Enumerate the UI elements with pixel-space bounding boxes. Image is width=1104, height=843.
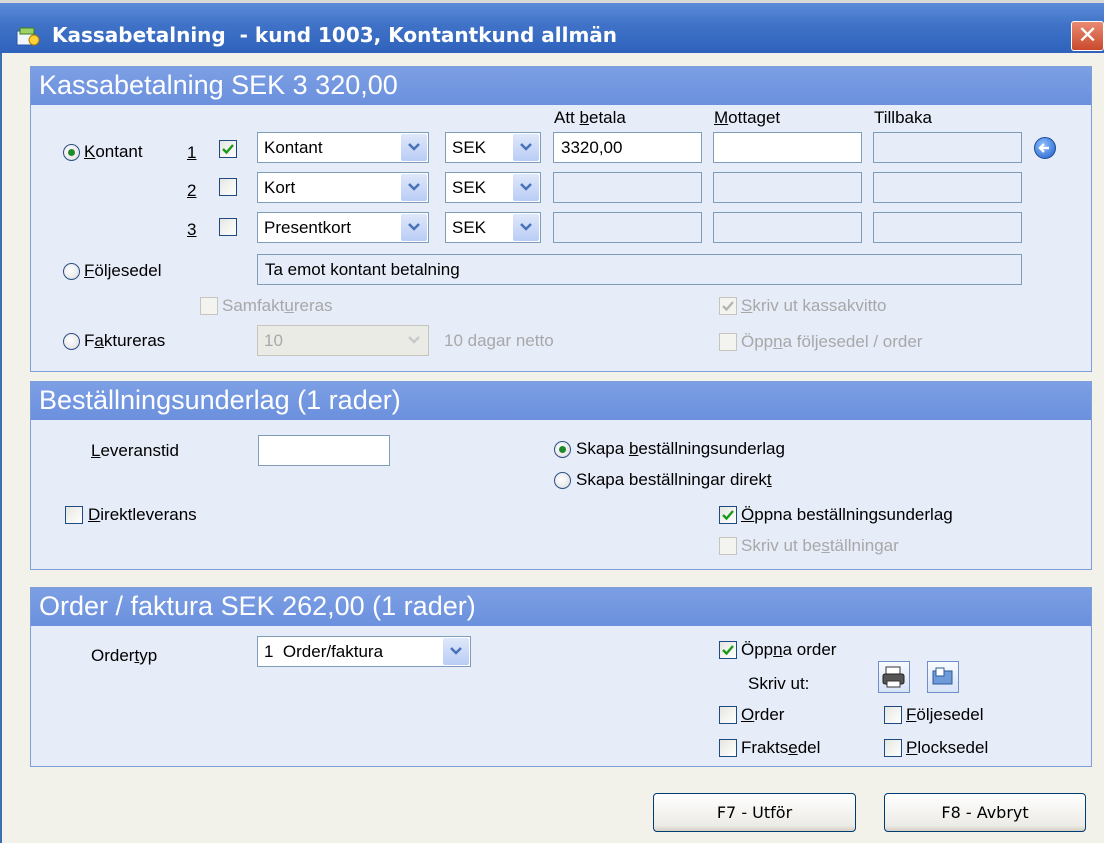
oppna-underlag-label: Öppna beställningsunderlag	[741, 505, 953, 524]
chevron-down-icon	[401, 214, 427, 241]
row-3-currency-select[interactable]: SEK	[445, 212, 541, 243]
oppna-order-label: Öppna order	[741, 640, 837, 659]
row-3-mottaget-field	[713, 212, 862, 243]
back-arrow-icon[interactable]	[1034, 137, 1056, 159]
title-bar: Kassabetalning - kund 1003, Kontantkund …	[0, 3, 1104, 53]
radio-faktureras[interactable]	[63, 333, 80, 350]
row-1-tillbaka-field	[873, 132, 1022, 163]
order-checkbox[interactable]	[719, 706, 737, 724]
radio-faktureras-label: Faktureras	[84, 331, 166, 350]
row-1-method-select[interactable]: Kontant	[257, 132, 429, 163]
oppna-order-checkbox[interactable]	[719, 641, 737, 659]
oppna-foljesedel-order-label: Öppna följesedel / order	[741, 332, 923, 351]
col-att-betala: Att betala	[554, 108, 626, 127]
oppna-foljesedel-order-checkbox[interactable]	[719, 333, 737, 351]
chevron-down-icon	[443, 638, 469, 665]
plocksedel-checkbox[interactable]	[884, 739, 902, 757]
row-2-tillbaka-field	[873, 172, 1022, 203]
direktleverans-checkbox[interactable]	[65, 506, 83, 524]
col-tillbaka: Tillbaka	[874, 108, 932, 127]
cancel-button[interactable]: F8 - Avbryt	[884, 793, 1086, 832]
orderbasis-heading: Beställningsunderlag (1 rader)	[31, 382, 1091, 420]
row-2-att-betala-field	[553, 172, 702, 203]
radio-foljesedel-label: Följesedel	[84, 261, 162, 280]
terms-select[interactable]: 10	[257, 325, 429, 356]
row-1-mottaget-input[interactable]	[713, 132, 862, 163]
close-button[interactable]: ✕	[1071, 21, 1104, 51]
terms-text: 10 dagar netto	[444, 331, 554, 350]
col-mottaget: Mottaget	[714, 108, 781, 127]
row-2-number: 2	[187, 181, 197, 200]
chevron-down-icon	[401, 174, 427, 201]
row-3-att-betala-field	[553, 212, 702, 243]
row-2-mottaget-field	[713, 172, 862, 203]
fraktsedel-checkbox[interactable]	[719, 739, 737, 757]
window-title: Kassabetalning - kund 1003, Kontantkund …	[52, 23, 618, 47]
oppna-underlag-checkbox[interactable]	[719, 506, 737, 524]
preview-icon[interactable]	[927, 661, 959, 693]
close-icon: ✕	[1077, 21, 1098, 49]
direktleverans-label: Direktleverans	[88, 505, 197, 524]
order-heading: Order / faktura SEK 262,00 (1 rader)	[31, 588, 1091, 626]
ordertyp-label: Ordertyp	[91, 646, 158, 665]
radio-kontant[interactable]	[63, 144, 80, 161]
radio-skapa-direkt[interactable]	[554, 472, 571, 489]
execute-button[interactable]: F7 - Utför	[653, 793, 856, 832]
order-checkbox-label: Order	[741, 705, 785, 724]
row-2-checkbox[interactable]	[219, 178, 237, 196]
chevron-down-icon	[513, 174, 539, 201]
leveranstid-input[interactable]	[258, 435, 390, 466]
fraktsedel-checkbox-label: Fraktsedel	[741, 738, 821, 757]
row-3-tillbaka-field	[873, 212, 1022, 243]
radio-kontant-label: Kontant	[84, 142, 143, 161]
radio-skapa-underlag-label: Skapa beställningsunderlag	[576, 439, 785, 458]
row-2-currency-select[interactable]: SEK	[445, 172, 541, 203]
foljesedel-checkbox[interactable]	[884, 706, 902, 724]
row-3-method-select[interactable]: Presentkort	[257, 212, 429, 243]
chevron-down-icon	[401, 134, 427, 161]
row-3-checkbox[interactable]	[219, 218, 237, 236]
foljesedel-checkbox-label: Följesedel	[906, 705, 984, 724]
app-icon	[16, 26, 40, 48]
skriv-ut-bestallningar-checkbox[interactable]	[719, 537, 737, 555]
samfaktureras-checkbox[interactable]	[200, 297, 218, 315]
chevron-down-icon	[513, 134, 539, 161]
row-1-checkbox[interactable]	[219, 140, 237, 158]
row-3-number: 3	[187, 220, 197, 239]
radio-skapa-direkt-label: Skapa beställningar direkt	[576, 470, 772, 489]
chevron-down-icon	[513, 214, 539, 241]
row-1-currency-select[interactable]: SEK	[445, 132, 541, 163]
radio-skapa-underlag[interactable]	[554, 441, 571, 458]
printer-icon[interactable]	[878, 661, 910, 693]
chevron-down-icon	[401, 327, 427, 354]
skriv-ut-kassakvitto-checkbox[interactable]	[719, 297, 737, 315]
row-1-number: 1	[187, 143, 197, 162]
skriv-ut-bestallningar-label: Skriv ut beställningar	[741, 536, 899, 555]
foljesedel-text-field[interactable]: Ta emot kontant betalning	[257, 254, 1022, 285]
ordertyp-select[interactable]: 1 Order/faktura	[257, 636, 471, 667]
leveranstid-label: Leveranstid	[91, 441, 179, 460]
skriv-ut-kassakvitto-label: Skriv ut kassakvitto	[741, 296, 887, 315]
radio-foljesedel[interactable]	[63, 263, 80, 280]
samfaktureras-label: Samfaktureras	[222, 296, 333, 315]
skriv-ut-label: Skriv ut:	[748, 674, 810, 693]
row-1-att-betala-input[interactable]: 3320,00	[553, 132, 702, 163]
plocksedel-checkbox-label: Plocksedel	[906, 738, 989, 757]
row-2-method-select[interactable]: Kort	[257, 172, 429, 203]
payment-heading: Kassabetalning SEK 3 320,00	[31, 67, 1091, 105]
